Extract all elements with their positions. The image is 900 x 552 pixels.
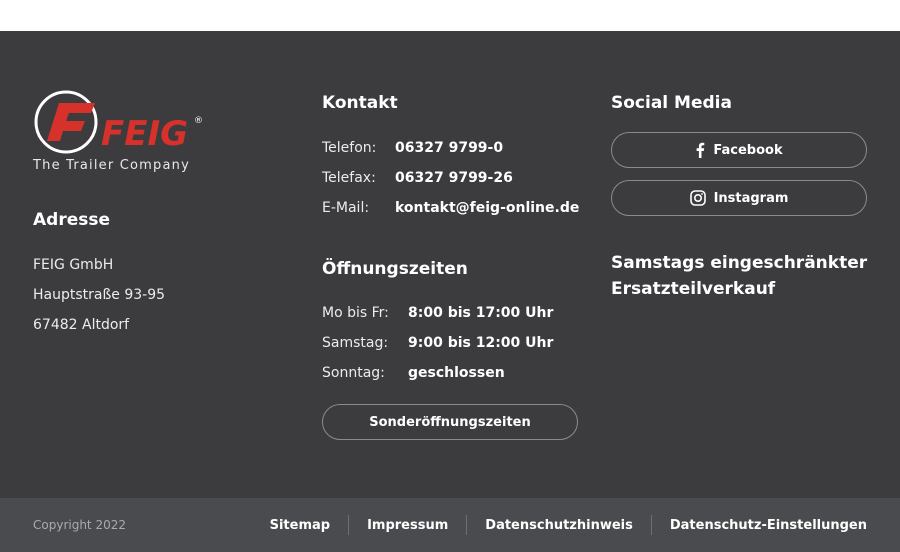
address-street: Hauptstraße 93-95 <box>33 287 166 303</box>
legal-links: Sitemap Impressum Datenschutzhinweis Dat… <box>252 514 867 536</box>
weekday-hours: 8:00 bis 17:00 Uhr <box>408 305 554 321</box>
copyright-text: Copyright 2022 <box>33 518 126 532</box>
top-white-area <box>0 0 900 31</box>
phone-label: Telefon: <box>322 140 377 156</box>
saturday-hours: 9:00 bis 12:00 Uhr <box>408 335 554 351</box>
facebook-icon <box>696 142 705 158</box>
facebook-button[interactable]: Facebook <box>611 132 867 168</box>
fax-label: Telefax: <box>322 170 376 186</box>
contact-heading: Kontakt <box>322 93 398 113</box>
svg-text:®: ® <box>194 116 203 126</box>
site-footer: FEIG ® The Trailer Company Adresse FEIG … <box>0 31 900 498</box>
sitemap-link[interactable]: Sitemap <box>252 518 348 533</box>
social-heading: Social Media <box>611 93 732 113</box>
impressum-link[interactable]: Impressum <box>349 518 466 533</box>
svg-text:FEIG: FEIG <box>101 114 188 154</box>
footer-bottom-bar: Copyright 2022 Sitemap Impressum Datensc… <box>0 498 900 552</box>
facebook-label: Facebook <box>713 142 783 158</box>
instagram-button[interactable]: Instagram <box>611 180 867 216</box>
address-city: 67482 Altdorf <box>33 317 130 333</box>
logo-tagline: The Trailer Company <box>33 158 190 173</box>
email-label: E-Mail: <box>322 200 370 216</box>
instagram-icon <box>689 190 706 206</box>
saturday-label: Samstag: <box>322 335 389 351</box>
sunday-label: Sonntag: <box>322 365 385 381</box>
special-hours-button[interactable]: Sonderöffnungszeiten <box>322 404 578 440</box>
privacy-notice-link[interactable]: Datenschutzhinweis <box>467 518 651 533</box>
weekday-label: Mo bis Fr: <box>322 305 389 321</box>
special-hours-button-label: Sonderöffnungszeiten <box>369 414 531 430</box>
fax-value: 06327 9799-26 <box>395 170 513 186</box>
phone-value[interactable]: 06327 9799-0 <box>395 140 503 156</box>
address-company: FEIG GmbH <box>33 257 114 273</box>
opening-hours-heading: Öffnungszeiten <box>322 259 468 279</box>
instagram-label: Instagram <box>713 190 789 206</box>
privacy-settings-link[interactable]: Datenschutz-Einstellungen <box>652 518 867 533</box>
saturday-notice: Samstags eingeschränkter Ersatzteilverka… <box>611 253 868 299</box>
feig-logo-mark: FEIG ® <box>34 90 203 154</box>
sunday-hours: geschlossen <box>408 365 505 381</box>
email-link[interactable]: kontakt@feig-online.de <box>395 200 579 216</box>
address-heading: Adresse <box>33 210 111 230</box>
